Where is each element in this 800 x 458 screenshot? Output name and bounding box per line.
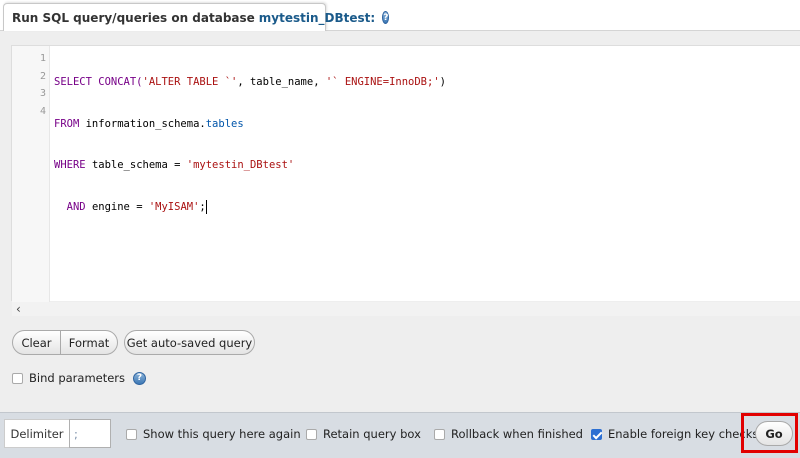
rollback-when-finished-checkbox[interactable] xyxy=(434,428,445,440)
code-token: ) xyxy=(439,76,446,88)
code-token: , table_name, xyxy=(237,76,326,88)
bind-parameters-label[interactable]: Bind parameters xyxy=(29,371,125,385)
clear-button[interactable]: Clear xyxy=(12,330,61,355)
horizontal-scrollbar[interactable]: ‹ xyxy=(12,302,800,316)
query-box-title: Run SQL query/queries on database mytest… xyxy=(3,3,390,31)
retain-query-box-checkbox[interactable] xyxy=(306,428,317,440)
go-button-highlight xyxy=(741,413,798,453)
code-token: 'ALTER TABLE `' xyxy=(142,76,238,88)
code-token: AND xyxy=(54,200,92,213)
enable-foreign-key-checks-option[interactable]: Enable foreign key checks xyxy=(591,427,758,441)
text-cursor xyxy=(205,199,207,214)
rollback-when-finished-option[interactable]: Rollback when finished xyxy=(434,427,583,441)
code-token: '` ENGINE=InnoDB;' xyxy=(325,76,440,88)
delimiter-input[interactable] xyxy=(69,419,111,448)
code-token: tables xyxy=(205,117,244,130)
code-token: engine xyxy=(91,200,130,213)
code-token: SELECT CONCAT( xyxy=(54,76,143,88)
delimiter-label: Delimiter xyxy=(4,419,70,448)
format-button[interactable]: Format xyxy=(60,330,118,355)
code-token: = xyxy=(129,200,149,213)
line-number: 2 xyxy=(39,70,46,82)
help-icon[interactable]: ? xyxy=(382,11,390,24)
code-token: table_schema xyxy=(91,159,168,171)
line-number: 3 xyxy=(39,88,46,99)
enable-foreign-key-checks-checkbox[interactable] xyxy=(591,428,602,440)
code-line: FROM information_schema.tables xyxy=(54,116,446,134)
rollback-when-finished-label[interactable]: Rollback when finished xyxy=(451,427,583,441)
code-token: = xyxy=(167,159,187,171)
line-number-gutter: 1 2 3 4 xyxy=(12,46,50,302)
bind-parameters-option: Bind parameters ? xyxy=(12,371,147,385)
query-options-bar: Delimiter Show this query here again Ret… xyxy=(0,412,800,458)
code-line: SELECT CONCAT('ALTER TABLE `', table_nam… xyxy=(54,74,446,92)
show-query-again-option[interactable]: Show this query here again xyxy=(126,427,301,441)
enable-foreign-key-checks-label[interactable]: Enable foreign key checks xyxy=(608,427,758,441)
code-token: 'mytestin_DBtest' xyxy=(186,159,295,171)
sql-code[interactable]: SELECT CONCAT('ALTER TABLE `', table_nam… xyxy=(54,50,446,240)
get-auto-saved-query-button[interactable]: Get auto-saved query xyxy=(124,330,255,355)
code-line: WHERE table_schema = 'mytestin_DBtest' xyxy=(54,157,446,175)
retain-query-box-label[interactable]: Retain query box xyxy=(323,427,421,441)
code-token: FROM xyxy=(54,117,86,130)
sql-query-panel: 1 2 3 4 SELECT CONCAT('ALTER TABLE `', t… xyxy=(0,30,800,412)
retain-query-box-option[interactable]: Retain query box xyxy=(306,427,421,441)
title-text: Run SQL query/queries on database xyxy=(12,10,255,25)
show-query-again-checkbox[interactable] xyxy=(126,428,137,440)
sql-editor[interactable]: 1 2 3 4 SELECT CONCAT('ALTER TABLE `', t… xyxy=(11,45,800,316)
code-token: 'MyISAM' xyxy=(148,200,200,213)
code-token: WHERE xyxy=(54,159,92,171)
bind-parameters-checkbox[interactable] xyxy=(12,372,23,384)
line-number: 1 xyxy=(39,53,46,64)
database-name: mytestin_DBtest: xyxy=(258,10,376,25)
code-token: information_schema xyxy=(85,117,200,130)
code-line: AND engine = 'MyISAM'; xyxy=(54,199,446,217)
show-query-again-label[interactable]: Show this query here again xyxy=(143,427,301,441)
scroll-left-icon[interactable]: ‹ xyxy=(16,302,21,316)
line-number: 4 xyxy=(39,105,46,117)
help-icon[interactable]: ? xyxy=(133,371,147,385)
